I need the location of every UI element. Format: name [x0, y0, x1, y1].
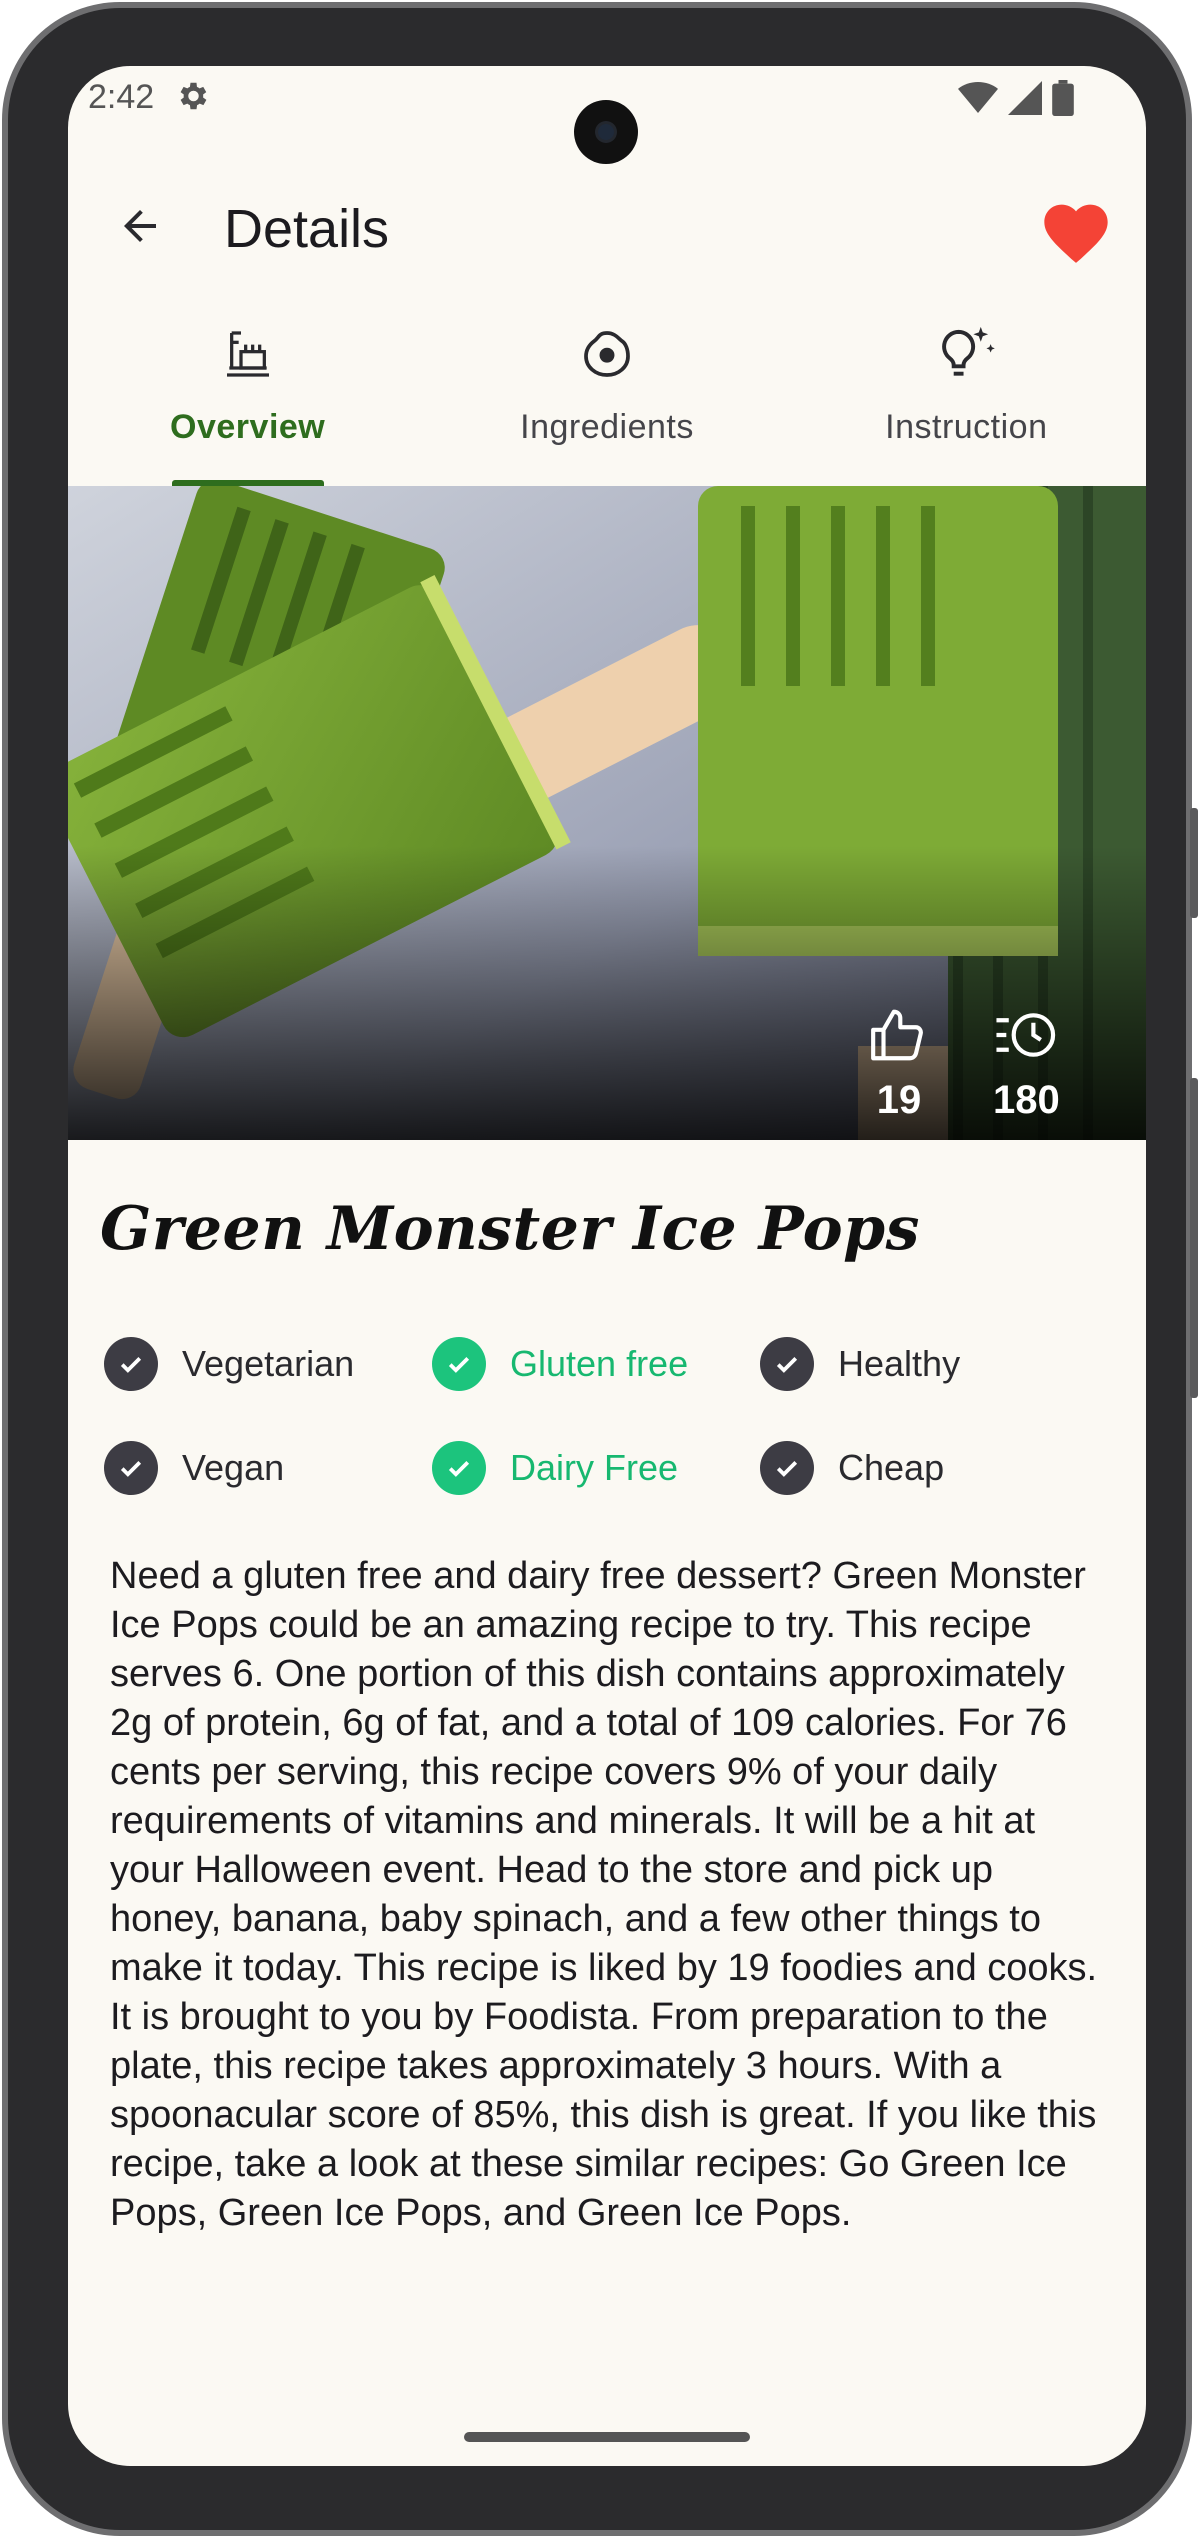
cook-time: 180	[993, 1078, 1060, 1122]
badge-label: Cheap	[838, 1447, 945, 1488]
check-icon	[104, 1441, 158, 1495]
back-button[interactable]	[104, 190, 176, 262]
front-camera	[574, 100, 638, 164]
check-icon	[760, 1337, 814, 1391]
tab-ingredients[interactable]: Ingredients	[427, 314, 786, 486]
badge-dairy-free: Dairy Free	[432, 1416, 760, 1520]
badge-label: Dairy Free	[510, 1447, 679, 1488]
tab-instruction[interactable]: Instruction	[787, 314, 1146, 486]
wifi-icon	[958, 82, 998, 113]
badge-healthy: Healthy	[760, 1312, 1088, 1416]
likes-stat: 19	[868, 1006, 930, 1123]
gesture-home-bar[interactable]	[464, 2432, 750, 2442]
arrow-back-icon	[124, 210, 156, 242]
thumb-up-icon	[871, 1009, 923, 1061]
power-button	[1190, 1078, 1198, 1398]
lightbulb-icon	[934, 322, 998, 386]
heart-icon	[1044, 204, 1108, 263]
volume-button	[1190, 808, 1198, 918]
check-icon	[432, 1337, 486, 1391]
time-stat: 180	[993, 1006, 1060, 1123]
page-title: Details	[224, 199, 390, 259]
phone-frame: 2:42 Details Overview Ingredients Instru…	[2, 2, 1198, 2536]
tab-label: Overview	[170, 408, 326, 446]
status-time: 2:42	[88, 78, 155, 116]
check-icon	[760, 1441, 814, 1495]
badge-row: Vegetarian Gluten free Healthy	[104, 1312, 1104, 1416]
settings-gear-icon	[180, 82, 207, 110]
tab-bar: Overview Ingredients Instruction	[68, 314, 1146, 486]
badge-vegetarian: Vegetarian	[104, 1312, 432, 1416]
ice-pops-photo	[68, 486, 1146, 1140]
battery-icon	[1052, 80, 1074, 116]
badge-label: Vegan	[182, 1447, 285, 1488]
app-screen: 2:42 Details Overview Ingredients Instru…	[68, 66, 1146, 2466]
likes-count: 19	[876, 1078, 922, 1122]
check-icon	[432, 1441, 486, 1495]
recipe-summary: Need a gluten free and dairy free desser…	[110, 1555, 1098, 2234]
badge-gluten-free: Gluten free	[432, 1312, 760, 1416]
diet-badges: Vegetarian Gluten free Healthy Vegan Dai…	[104, 1312, 1104, 1520]
badge-cheap: Cheap	[760, 1416, 1088, 1520]
badge-label: Gluten free	[510, 1343, 689, 1384]
top-app-bar: Details	[68, 176, 1146, 276]
badge-label: Vegetarian	[182, 1343, 355, 1384]
check-icon	[104, 1337, 158, 1391]
favorite-button[interactable]	[1036, 190, 1116, 270]
cellular-signal-icon	[1008, 81, 1042, 115]
status-icons	[958, 80, 1074, 116]
badge-label: Healthy	[838, 1343, 961, 1384]
recipe-overview-icon	[216, 322, 280, 386]
tab-label: Instruction	[885, 408, 1048, 446]
egg-icon	[575, 322, 639, 386]
tab-overview[interactable]: Overview	[68, 314, 427, 486]
recipe-title: Green Monster Ice Pops	[100, 1194, 920, 1264]
tab-label: Ingredients	[520, 408, 694, 446]
badge-row: Vegan Dairy Free Cheap	[104, 1416, 1104, 1520]
recipe-image: 19 180	[68, 486, 1146, 1140]
timer-icon	[996, 1013, 1056, 1057]
badge-vegan: Vegan	[104, 1416, 432, 1520]
